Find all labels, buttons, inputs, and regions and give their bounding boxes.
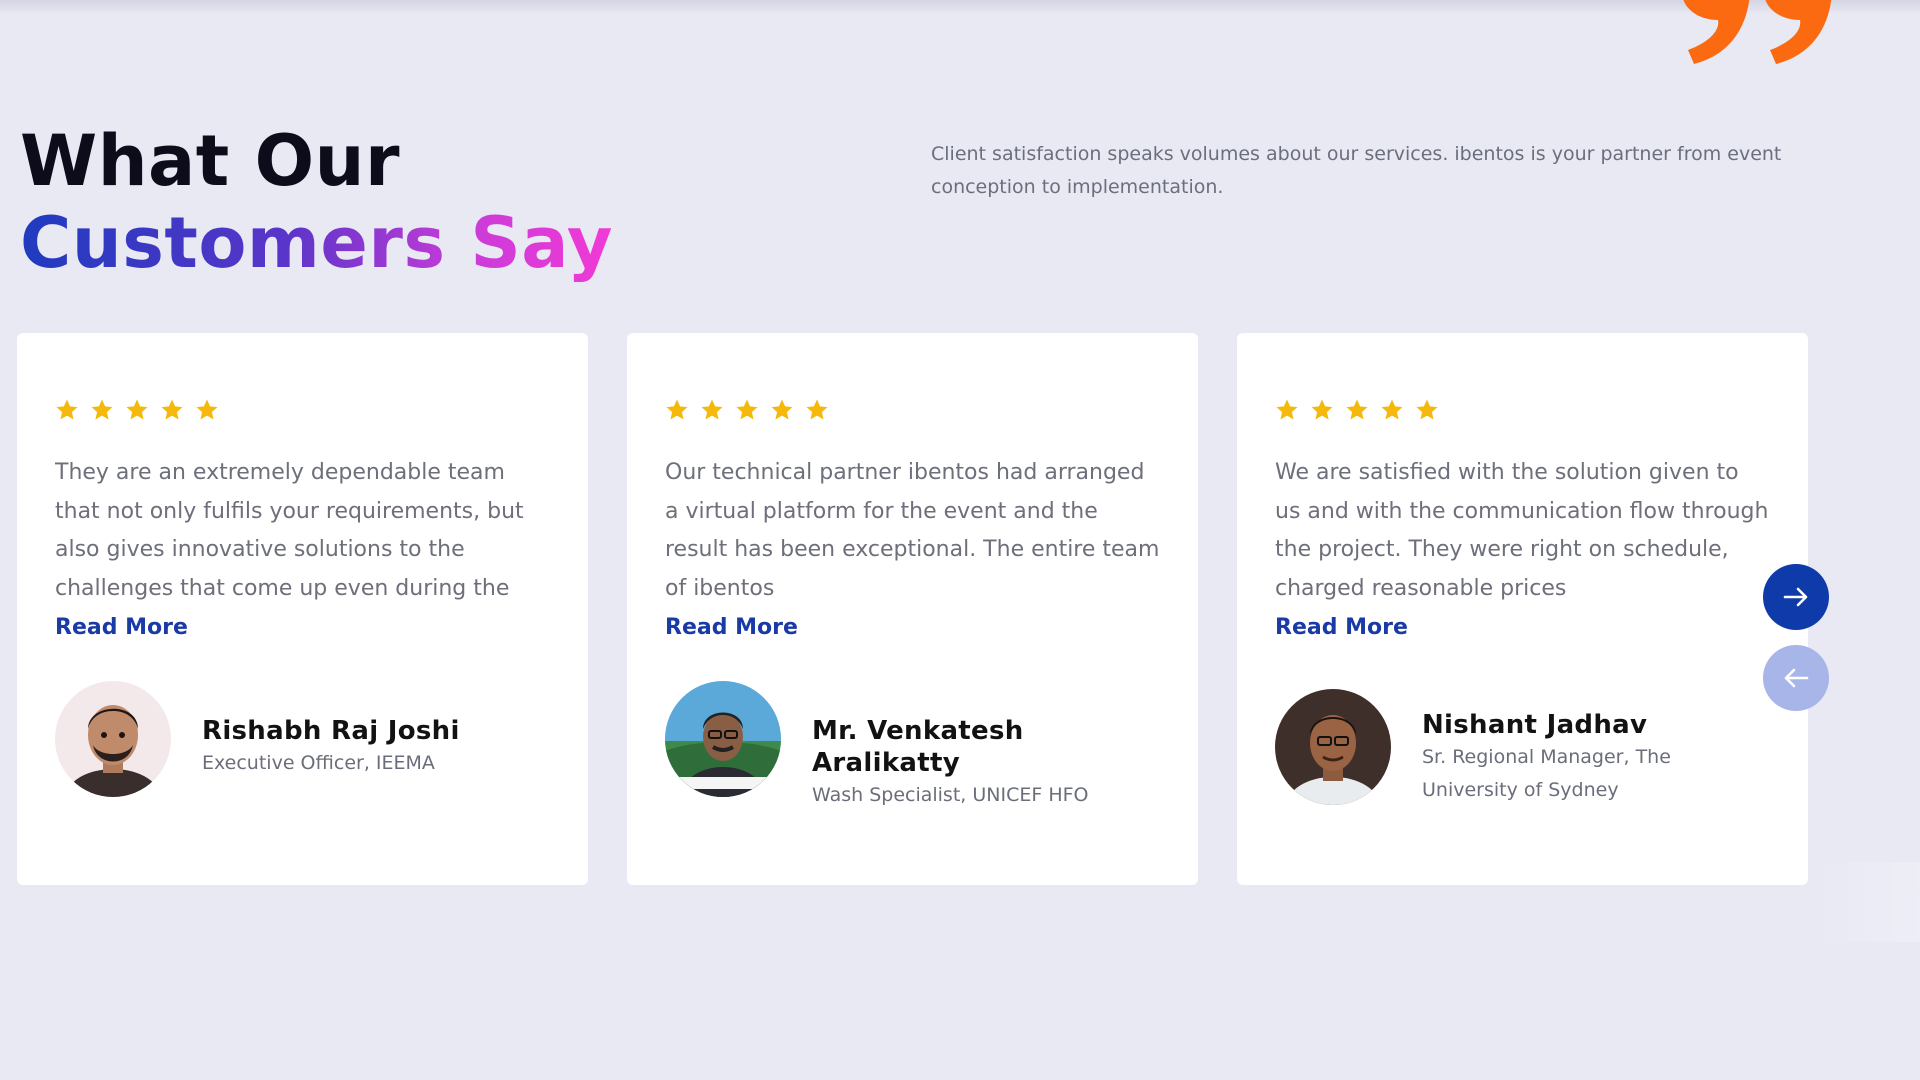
star-rating <box>665 398 1160 424</box>
testimonial-text: They are an extremely dependable team th… <box>55 460 524 601</box>
author-block: Rishabh Raj Joshi Executive Officer, IEE… <box>55 681 550 797</box>
read-more-link[interactable]: Read More <box>665 609 798 647</box>
testimonial-carousel: They are an extremely dependable team th… <box>17 333 1817 885</box>
star-icon <box>1275 398 1299 422</box>
star-icon <box>770 398 794 422</box>
author-name: Mr. Venkatesh Aralikatty <box>812 716 1024 778</box>
author-name: Rishabh Raj Joshi <box>202 716 460 746</box>
star-icon <box>125 398 149 422</box>
testimonial-text: Our technical partner ibentos had arrang… <box>665 460 1160 601</box>
carousel-next-button[interactable] <box>1763 564 1829 630</box>
author-role: Wash Specialist, UNICEF HFO <box>812 784 1089 806</box>
star-icon <box>195 398 219 422</box>
author-block: Mr. Venkatesh Aralikatty Wash Specialist… <box>665 681 1160 812</box>
testimonial-card: Our technical partner ibentos had arrang… <box>627 333 1198 885</box>
arrow-right-icon <box>1783 587 1808 607</box>
author-block: Nishant Jadhav Sr. Regional Manager, The… <box>1275 689 1770 807</box>
section-intro: Client satisfaction speaks volumes about… <box>931 143 1782 198</box>
avatar <box>665 681 781 797</box>
testimonial-card: They are an extremely dependable team th… <box>17 333 588 885</box>
edge-fade <box>1812 862 1920 942</box>
heading-line-2: Customers Say <box>20 202 614 284</box>
avatar <box>1275 689 1391 805</box>
author-role: Sr. Regional Manager, The University of … <box>1422 746 1671 801</box>
carousel-prev-button[interactable] <box>1763 645 1829 711</box>
star-icon <box>735 398 759 422</box>
author-name: Nishant Jadhav <box>1422 710 1648 740</box>
arrow-left-icon <box>1784 668 1809 688</box>
read-more-link[interactable]: Read More <box>1275 609 1408 647</box>
star-icon <box>160 398 184 422</box>
star-icon <box>665 398 689 422</box>
author-role: Executive Officer, IEEMA <box>202 752 435 774</box>
star-icon <box>1415 398 1439 422</box>
section-heading: What Our Customers Say <box>20 120 613 284</box>
header-shadow <box>0 0 1920 14</box>
star-icon <box>1345 398 1369 422</box>
star-rating <box>1275 398 1770 424</box>
star-rating <box>55 398 550 424</box>
testimonial-text: We are satisfied with the solution given… <box>1275 460 1769 601</box>
star-icon <box>90 398 114 422</box>
star-icon <box>1310 398 1334 422</box>
heading-line-1: What Our <box>20 120 400 202</box>
read-more-link[interactable]: Read More <box>55 609 188 647</box>
star-icon <box>1380 398 1404 422</box>
star-icon <box>700 398 724 422</box>
star-icon <box>55 398 79 422</box>
avatar <box>55 681 171 797</box>
quote-icon <box>1683 0 1832 64</box>
star-icon <box>805 398 829 422</box>
testimonial-card: We are satisfied with the solution given… <box>1237 333 1808 885</box>
